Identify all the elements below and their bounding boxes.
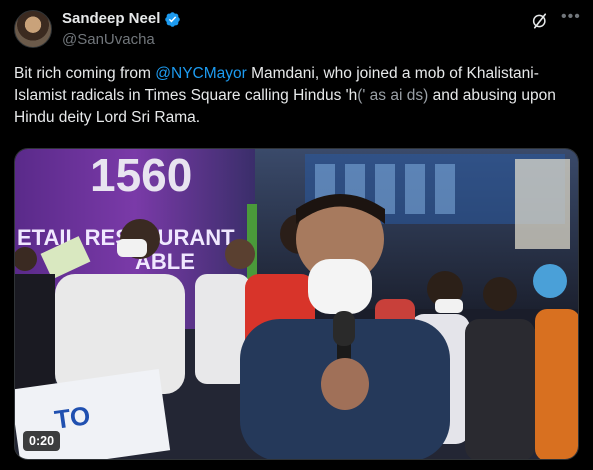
author-name[interactable]: Sandeep Neel xyxy=(62,10,160,27)
banner-text: TO xyxy=(53,400,92,435)
tweet-header: Sandeep Neel @SanUvacha ••• xyxy=(14,8,580,54)
video-frame: 1560 ETAIL RESTAURANT ABLE TO xyxy=(15,149,578,459)
tweet-text: Bit rich coming from @NYCMayor Mamdani, … xyxy=(14,63,576,129)
video-player[interactable]: 1560 ETAIL RESTAURANT ABLE TO xyxy=(14,148,579,460)
tweet-text-obscured: (' as ai ds) xyxy=(357,87,429,104)
avatar[interactable] xyxy=(14,10,52,48)
more-options-icon[interactable]: ••• xyxy=(561,9,580,28)
video-duration: 0:20 xyxy=(23,431,61,451)
verified-badge-icon[interactable] xyxy=(164,11,181,28)
mention-link[interactable]: @NYCMayor xyxy=(155,65,247,82)
author-handle[interactable]: @SanUvacha xyxy=(62,31,155,48)
grok-icon[interactable] xyxy=(531,12,549,30)
tweet-text-part: Bit rich coming from xyxy=(14,65,156,82)
sign-number: 1560 xyxy=(90,149,192,201)
